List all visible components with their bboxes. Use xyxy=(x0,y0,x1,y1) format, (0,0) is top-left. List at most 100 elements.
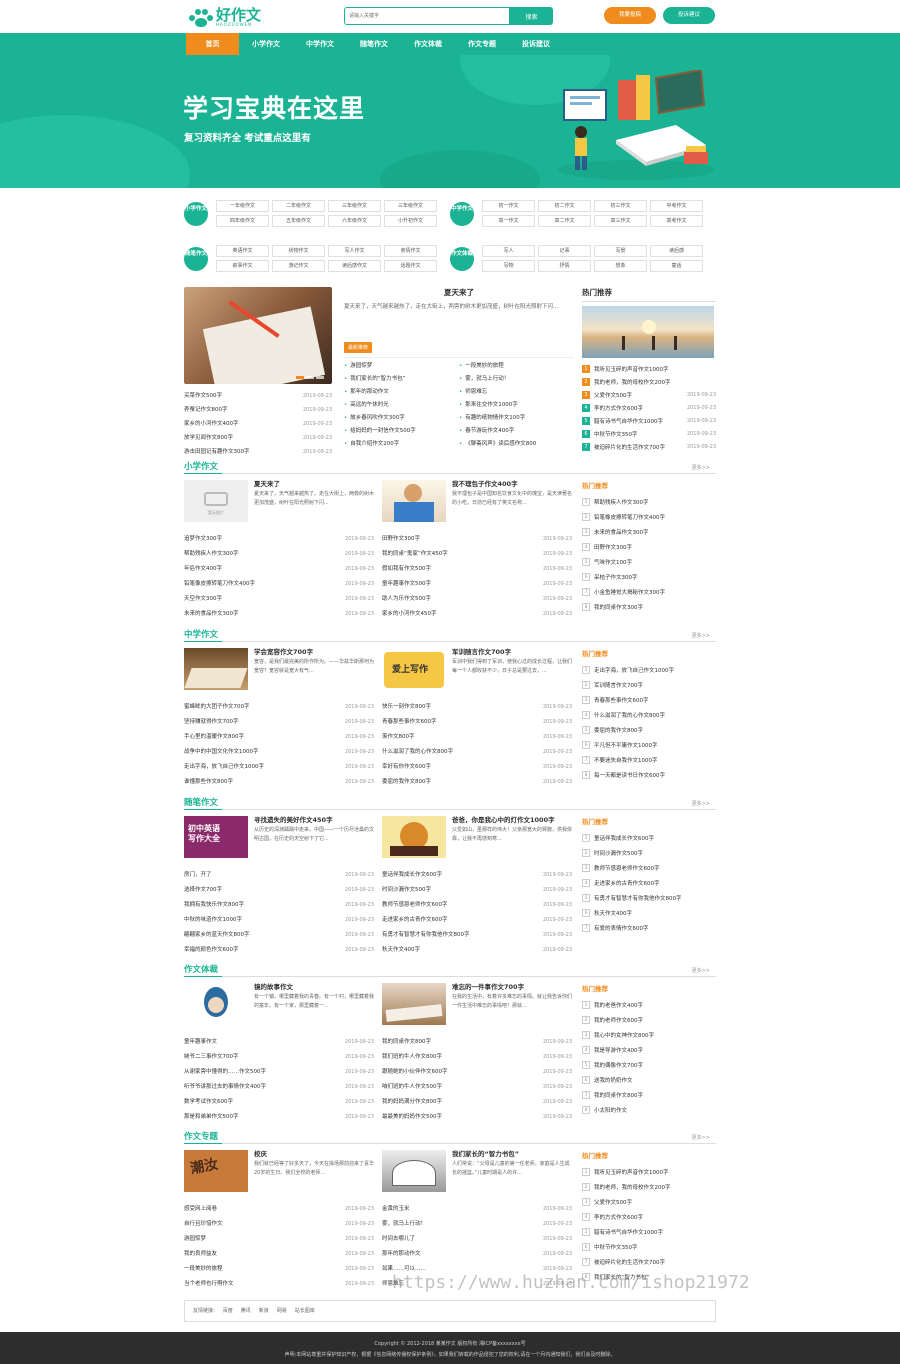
category-link[interactable]: 读后感作文 xyxy=(328,260,381,272)
hot-list-item[interactable]: 2 时间沙漏作文500字 xyxy=(582,845,716,860)
hot-list-item[interactable]: 4 走进家乡的古青作文600字 xyxy=(582,875,716,890)
more-link[interactable]: 更多>> xyxy=(692,632,710,639)
submit-article-button[interactable]: 我要投稿 xyxy=(604,7,656,24)
more-link[interactable]: 更多>> xyxy=(692,967,710,974)
category-link[interactable]: 记事 xyxy=(538,245,591,257)
category-link[interactable]: 三年级作文 xyxy=(384,200,437,212)
new-recommend-item[interactable]: 那年的那动作文 xyxy=(344,386,459,399)
list-item[interactable]: 从谢家旁中懂得的……作文500字 2019-09-23 xyxy=(184,1065,374,1080)
hot-list-item[interactable]: 8 小太阳的作文 xyxy=(582,1102,716,1117)
article-title[interactable]: 学会宽容作文700字 xyxy=(254,648,374,656)
list-item-title[interactable]: 游园惊梦 xyxy=(184,1232,206,1247)
category-link[interactable]: 四年级作文 xyxy=(216,215,269,227)
hot-list-item[interactable]: 5 腊有诗书气自华作文1000字 xyxy=(582,1224,716,1239)
category-link[interactable]: 写人作文 xyxy=(328,245,381,257)
list-item[interactable]: 一段美妙的旅程 2019-09-23 xyxy=(184,1262,374,1277)
hot-list-item-title[interactable]: 帮助残疾人作文300字 xyxy=(594,498,649,506)
list-item[interactable]: 雾，就马上行动！ 2019-09-23 xyxy=(382,1217,572,1232)
new-recommend-item[interactable]: 有趣的纸物情作文100字 xyxy=(459,412,574,425)
hot-list-item-title[interactable]: 我的老师，我的母校作文200字 xyxy=(594,1183,671,1191)
nav-item[interactable]: 投诉建议 xyxy=(509,33,563,55)
list-item-title[interactable]: 我拥有我快乐作文800字 xyxy=(184,898,244,913)
hot-list-item[interactable]: 7 小金鱼睡觉大揭秘作文300字 xyxy=(582,584,716,599)
article-thumbnail[interactable] xyxy=(184,648,248,690)
hot-list-item[interactable]: 4 我是导游作文400字 xyxy=(582,1042,716,1057)
nav-item[interactable]: 随笔作文 xyxy=(347,33,401,55)
list-item[interactable]: 选择作文700字 2019-09-23 xyxy=(184,883,374,898)
list-item[interactable]: 感受网上阅卷 2019-09-23 xyxy=(184,1202,374,1217)
hot-list-item[interactable]: 7 不要迷失自我作文1000字 xyxy=(582,752,716,767)
category-link[interactable]: 小升初作文 xyxy=(384,215,437,227)
hot-list-item[interactable]: 1 我听见玉碎的声音作文1000字 xyxy=(582,1164,716,1179)
hot-list-item[interactable]: 6 秋天作文400字 xyxy=(582,905,716,920)
category-link[interactable]: 初二作文 xyxy=(538,200,591,212)
category-link[interactable]: 高三作文 xyxy=(594,215,647,227)
hot-list-item-title[interactable]: 气味作文100字 xyxy=(594,558,632,566)
list-item-title[interactable]: 帮助残疾人作文300字 xyxy=(184,547,239,562)
article-card[interactable]: 我们家长的“智力书包” 人们常说：“父母是儿童的第一任老师，家庭是人生成长的摇篮。… xyxy=(382,1150,572,1198)
list-item-title[interactable]: 假如我有作文500字 xyxy=(382,562,431,577)
list-item-title[interactable]: 时间去哪儿了 xyxy=(382,1232,415,1247)
hot-list-item[interactable]: 6 送我的奶奶作文 xyxy=(582,1072,716,1087)
list-item-title[interactable]: 翩翩家乡的蓝天作文800字 xyxy=(184,928,250,943)
list-item-title[interactable]: 幸福的颜色作文600字 xyxy=(184,943,239,958)
list-item[interactable]: 那是和弟弟作文500字 2019-09-23 xyxy=(184,1110,374,1125)
article-title[interactable]: 我们家长的“智力书包” xyxy=(452,1150,572,1158)
list-item[interactable]: 我的同桌作文800字 2019-09-23 xyxy=(382,1035,572,1050)
list-item[interactable]: 童年趣事作文 2019-09-23 xyxy=(184,1035,374,1050)
list-item-title[interactable]: 雾，就马上行动！ xyxy=(382,1217,426,1232)
category-link[interactable]: 写景 xyxy=(594,245,647,257)
hot-list-item[interactable]: 8 每一天都是读书日作文600字 xyxy=(582,767,716,782)
article-card[interactable]: 暂无图片 夏天来了 夏天来了，天气越来越热了。走在大街上，两旁的树木更加茂盛，树叶在… xyxy=(184,480,374,528)
new-recommend-item[interactable]: 我们家长的“智力书包” xyxy=(344,373,459,386)
list-item[interactable]: 战争中的中国文化作文1000字 2019-09-23 xyxy=(184,745,374,760)
section-title[interactable]: 小学作文 xyxy=(184,460,223,474)
category-badge[interactable]: 随笔作文 xyxy=(184,246,208,271)
article-thumbnail[interactable] xyxy=(382,816,446,858)
article-thumbnail[interactable]: 潮汝 xyxy=(184,1150,248,1192)
hot-list-item-title[interactable]: 每一天都是读书日作文600字 xyxy=(594,771,665,779)
hot-list-item[interactable]: 3 青春那些事作文600字 xyxy=(582,692,716,707)
new-recommend-item[interactable]: 师恩难忘 xyxy=(459,386,574,399)
hot-list-item-title[interactable]: 被迫碎片化的生活作文700字 xyxy=(594,1258,665,1266)
list-item[interactable]: 家乡的小河作文400字 2019-09-23 xyxy=(184,417,332,431)
list-item-title[interactable]: 听爷爷讲那过去的事情作文400字 xyxy=(184,1080,266,1095)
hot-item[interactable]: 2 我的老师，我的母校作文200字 xyxy=(582,375,716,388)
featured-title[interactable]: 夏天来了 xyxy=(344,287,574,298)
list-item[interactable]: 翩翩家乡的蓝天作文800字 2019-09-23 xyxy=(184,928,374,943)
hot-list-item-title[interactable]: 军训随言作文700字 xyxy=(594,681,643,689)
hot-list-item[interactable]: 3 父爱作文500字 xyxy=(582,1194,716,1209)
list-item[interactable]: 快乐一刻作文800字 2019-09-23 xyxy=(382,700,572,715)
category-link[interactable]: 亲情作文 xyxy=(384,245,437,257)
new-recommend-item[interactable]: 雾，就马上行动！ xyxy=(459,373,574,386)
hot-item-title[interactable]: 父爱作文500字 xyxy=(594,391,687,399)
nav-item[interactable]: 首页 xyxy=(186,33,239,55)
list-item-title[interactable]: 我的妈妈满分作文800字 xyxy=(382,1095,442,1110)
list-item-title[interactable]: 咱们班的牛人作文500字 xyxy=(382,1080,442,1095)
list-item-title[interactable]: 战争中的中国文化作文1000字 xyxy=(184,745,259,760)
list-item-title[interactable]: 铅笔像皮擦转笔刀作文400字 xyxy=(184,577,255,592)
list-item-title[interactable]: 那是和弟弟作文500字 xyxy=(184,1110,239,1125)
list-item[interactable]: 最最美的妈妈作文500字 2019-09-23 xyxy=(382,1110,572,1125)
hot-list-item[interactable]: 3 教师节感恩老师作文600字 xyxy=(582,860,716,875)
hot-list-item-title[interactable]: 童话伴我成长作文600字 xyxy=(594,834,654,842)
new-recommend-item[interactable]: 自我介绍作文200字 xyxy=(344,438,459,451)
list-item[interactable]: 姥爷二三事作文700字 2019-09-23 xyxy=(184,1050,374,1065)
list-item-title[interactable]: 养蚕记作文800字 xyxy=(184,403,228,417)
hot-list-item[interactable]: 7 我的同桌作文800字 xyxy=(582,1087,716,1102)
hot-list-item[interactable]: 5 气味作文100字 xyxy=(582,554,716,569)
hot-item-title[interactable]: 我的老师，我的母校作文200字 xyxy=(594,378,716,386)
hot-list-item[interactable]: 7 有爱的表情作文600字 xyxy=(582,920,716,935)
article-title[interactable]: 爸爸，你是我心中的灯作文1000字 xyxy=(452,816,572,824)
hot-list-item[interactable]: 1 我的老爸作文400字 xyxy=(582,997,716,1012)
category-link[interactable]: 中考作文 xyxy=(650,200,703,212)
hot-list-item[interactable]: 1 帮助残疾人作文300字 xyxy=(582,494,716,509)
list-item[interactable]: 自行且珍惜作文 2019-09-23 xyxy=(184,1217,374,1232)
list-item[interactable]: 游击田园记有趣作文300字 2019-09-23 xyxy=(184,445,332,459)
logo[interactable]: 好作文 HAOZUOWEN xyxy=(187,6,261,28)
hot-list-item-title[interactable]: 走进家乡的古青作文600字 xyxy=(594,879,660,887)
category-link[interactable]: 高一作文 xyxy=(482,215,535,227)
category-link[interactable]: 五年级作文 xyxy=(272,215,325,227)
hot-list-item-title[interactable]: 青春那些事作文600字 xyxy=(594,696,649,704)
category-link[interactable]: 写物 xyxy=(482,260,535,272)
